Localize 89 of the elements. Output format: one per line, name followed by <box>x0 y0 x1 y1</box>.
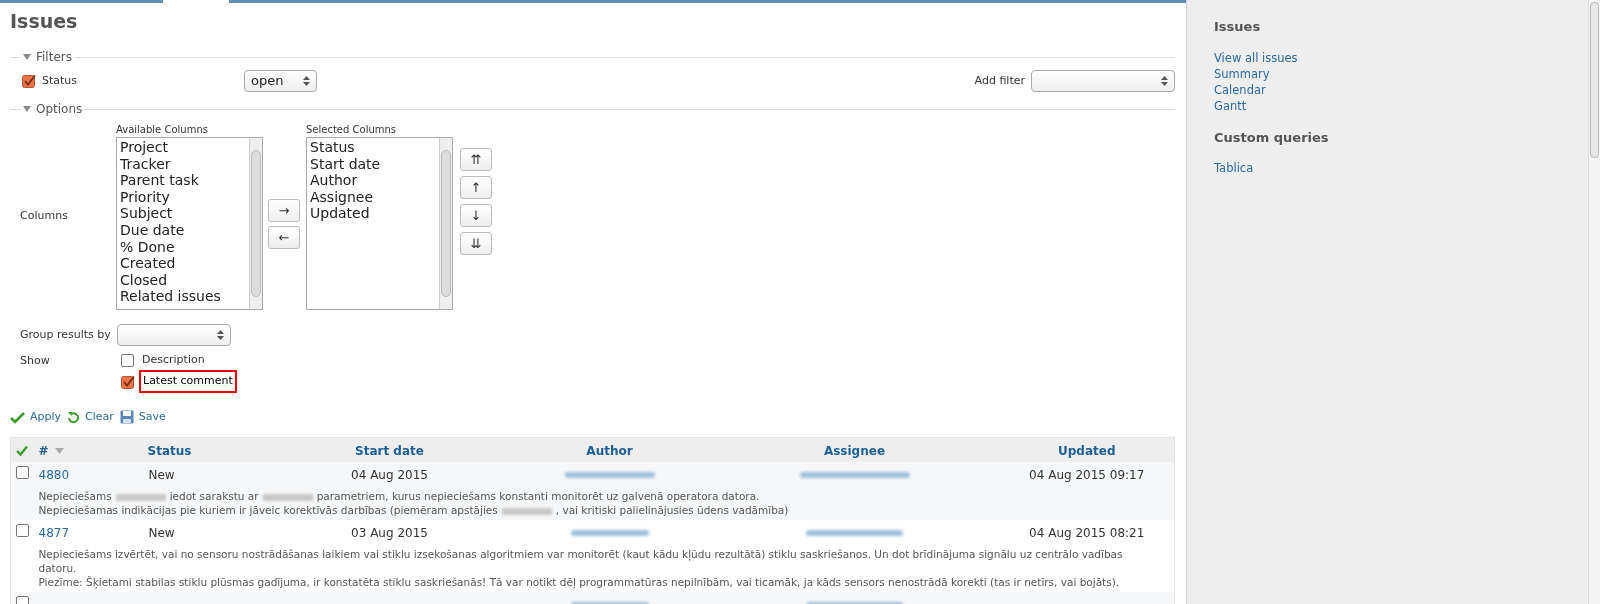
triangle-down-icon <box>23 53 31 61</box>
date-text: 04 Aug 2015 09:17 <box>1029 468 1145 482</box>
spinner-arrows-icon <box>303 75 310 87</box>
sidebar-link[interactable]: Summary <box>1214 65 1588 82</box>
column-header-link[interactable]: Updated <box>1058 442 1116 460</box>
column-listbox[interactable]: Status Start date Author Assignee Updated <box>306 137 453 310</box>
list-heading: Selected Columns <box>306 123 398 137</box>
list-option[interactable]: Author <box>310 172 358 189</box>
spinner-arrows-icon <box>217 329 224 341</box>
sort-icon[interactable] <box>54 448 64 454</box>
column-header-link[interactable]: Author <box>586 442 633 460</box>
column-header-link[interactable]: Start date <box>355 442 424 460</box>
move-button[interactable]: → <box>268 198 300 222</box>
status-text: New <box>148 468 175 482</box>
blurred-text <box>501 507 552 515</box>
sidebar-link[interactable]: Tablica <box>1214 160 1588 176</box>
checkbox[interactable] <box>121 374 135 389</box>
list-option[interactable]: Assignee <box>310 188 374 206</box>
page-scrollbar[interactable] <box>1588 0 1600 604</box>
comment-text: Nepieciešamas indikācijas pie kuriem ir jāveic korektīvās darbības (piemēram apstājies <box>38 504 498 516</box>
status-text: New <box>148 526 175 540</box>
comment-text: Nepieciešams <box>38 490 112 502</box>
list-option[interactable]: Subject <box>120 205 173 222</box>
spinner-arrows-icon <box>1161 75 1168 87</box>
group-select[interactable] <box>117 324 231 346</box>
action-link[interactable]: Apply <box>10 408 62 426</box>
comment-text: Piezīme: Šķietami stabilas stiklu plūsmas gadījuma, ir konstatēta stiklu saskriešanās! Tā var notikt dēļ programmatūras nepilnībām, vai ticamāk, ja kāds sensors nenostrādā korekti (tas ir netīrs, vai bojāts). <box>38 576 1120 588</box>
sidebar-link[interactable]: View all issues <box>1214 49 1588 66</box>
add-filter-label: Add filter <box>974 72 1025 89</box>
sidebar-heading: Issues <box>1214 18 1262 36</box>
action-link[interactable]: Save <box>119 408 166 426</box>
sidebar-link[interactable]: Gantt <box>1214 97 1588 114</box>
action-link[interactable]: Clear <box>67 408 114 426</box>
checkmark-icon[interactable] <box>16 444 28 456</box>
sidebar-link[interactable]: Calendar <box>1214 81 1588 98</box>
collapse-toggle[interactable]: Options <box>20 100 86 118</box>
scrollbar[interactable] <box>249 138 262 309</box>
checkbox[interactable] <box>22 74 36 88</box>
checkbox[interactable] <box>16 466 29 479</box>
list-option[interactable]: Parent task <box>120 172 199 189</box>
move-button[interactable]: ← <box>268 225 300 249</box>
list-option[interactable]: Updated <box>310 205 370 222</box>
date-text: 03 Aug 2015 <box>351 526 428 540</box>
issue-id-link[interactable]: 4880 <box>38 468 70 482</box>
list-option[interactable]: Start date <box>310 155 381 173</box>
list-option[interactable]: Tracker <box>120 155 171 173</box>
checkbox[interactable] <box>121 354 134 367</box>
list-option[interactable]: Project <box>120 139 168 156</box>
order-button[interactable]: ⇈ <box>460 148 492 171</box>
group-label: Group results by <box>20 326 112 343</box>
page-title: Issues <box>10 9 79 33</box>
list-option[interactable]: Status <box>310 139 355 156</box>
add-filter-select[interactable] <box>1031 70 1175 92</box>
order-button[interactable]: ⇊ <box>460 232 492 255</box>
comment-text: parametriem, kurus nepieciešams konstanti monitorēt uz galvenā operatora datora. <box>316 490 760 502</box>
sidebar-heading: Custom queries <box>1214 128 1330 147</box>
list-option[interactable]: % Done <box>120 238 175 256</box>
collapse-toggle[interactable]: Filters <box>20 48 75 66</box>
show-label: Show <box>20 353 51 369</box>
column-header-link[interactable]: # <box>38 442 49 460</box>
list-heading: Available Columns <box>116 123 209 137</box>
list-option[interactable]: Priority <box>120 188 170 206</box>
blurred-text <box>115 493 166 501</box>
column-header-link[interactable]: Status <box>147 442 192 460</box>
refresh-icon <box>67 410 81 424</box>
list-option[interactable]: Due date <box>120 221 185 239</box>
triangle-down-icon <box>23 105 31 113</box>
date-text: 04 Aug 2015 08:21 <box>1029 526 1145 540</box>
order-button[interactable]: ↑ <box>460 176 492 199</box>
blurred-text <box>262 493 313 501</box>
status-select[interactable]: open <box>244 70 317 92</box>
list-option[interactable]: Closed <box>120 271 168 289</box>
comment-text: iedot sarakstu ar <box>169 490 259 502</box>
option-label: Latest comment <box>139 370 237 393</box>
option-label: Description <box>141 352 206 369</box>
checkmark-icon <box>10 410 25 424</box>
scrollbar[interactable] <box>439 138 452 309</box>
filter-label: Status <box>42 72 78 89</box>
list-option[interactable]: Related issues <box>120 288 221 305</box>
comment-text: , vai kritiski palielinājusies ūdens vadāmība) <box>555 504 789 516</box>
comment-text: Nepieciešams izvērtēt, vai no sensoru nostrādāšanas laikiem vai stiklu izsekošanas algoritmiem var monitorēt (kaut kādu kļūdu rezultātā) stiklu saskriešanos. Un dot brīdinājuma signālu uz centrālo vadības datoru. <box>38 548 1123 574</box>
columns-label: Columns <box>20 208 69 225</box>
issue-id-link[interactable]: 4877 <box>38 526 70 540</box>
checkbox[interactable] <box>16 524 29 537</box>
column-listbox[interactable]: Project Tracker Parent task Priority Subject Due date % Done Created Closed Related issues <box>116 137 263 310</box>
date-text: 04 Aug 2015 <box>351 468 428 482</box>
column-header-link[interactable]: Assignee <box>823 442 886 460</box>
list-option[interactable]: Created <box>120 255 176 272</box>
order-button[interactable]: ↓ <box>460 204 492 227</box>
